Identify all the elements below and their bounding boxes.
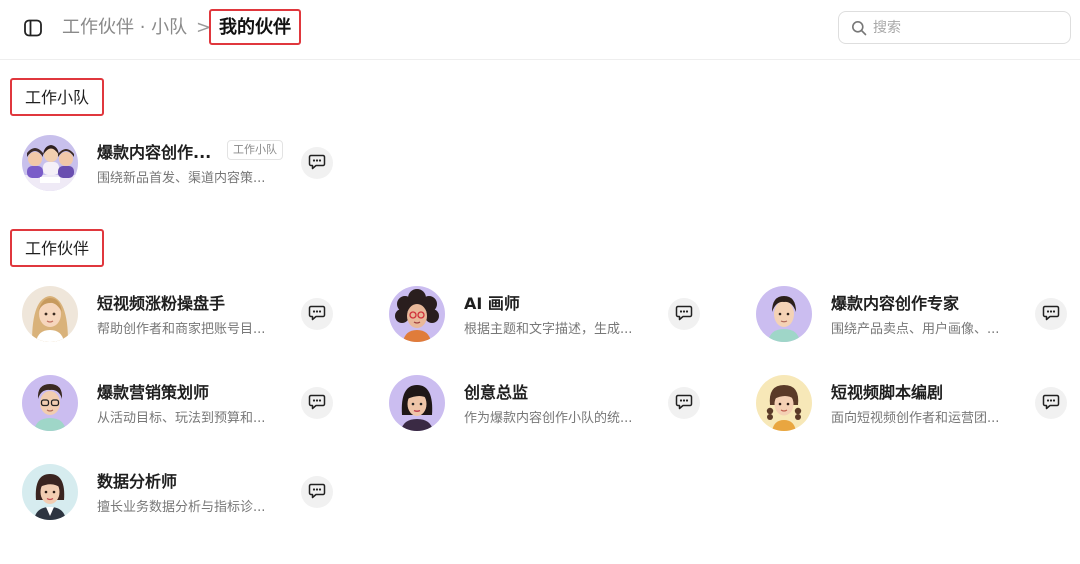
card-description: 围绕产品卖点、用户画像、... [831, 322, 1000, 337]
partner-card[interactable]: 创意总监 作为爆款内容创作小队的统... [389, 373, 709, 433]
chat-bubble-icon [308, 392, 326, 414]
team-avatar [22, 135, 78, 191]
partner-card[interactable]: 爆款内容创作专家 围绕产品卖点、用户画像、... [756, 284, 1076, 344]
card-name: 短视频脚本编剧 [831, 383, 944, 402]
young-man-avatar [756, 286, 812, 342]
card-name: 创意总监 [464, 383, 529, 402]
bob-hair-woman-avatar [389, 375, 445, 431]
breadcrumb-parent[interactable]: 工作伙伴 · 小队 [62, 14, 187, 42]
blonde-woman-avatar [22, 286, 78, 342]
chat-button[interactable] [301, 387, 333, 419]
chat-button[interactable] [668, 387, 700, 419]
card-name: AI 画师 [464, 294, 520, 313]
section-title-partners: 工作伙伴 [10, 229, 105, 267]
card-description: 作为爆款内容创作小队的统... [464, 411, 633, 426]
card-name: 爆款营销策划师 [97, 383, 210, 402]
partner-card[interactable]: 数据分析师 擅长业务数据分析与指标诊... [22, 462, 342, 522]
card-description: 根据主题和文字描述，生成... [464, 322, 633, 337]
chat-bubble-icon [675, 392, 693, 414]
breadcrumb-current: 我的伙伴 [209, 9, 301, 45]
chat-bubble-icon [675, 303, 693, 325]
chat-bubble-icon [1042, 303, 1060, 325]
section-title-team: 工作小队 [10, 78, 105, 116]
glasses-man-avatar [22, 375, 78, 431]
chat-bubble-icon [308, 152, 326, 174]
chat-button[interactable] [668, 298, 700, 330]
card-description: 帮助创作者和商家把账号目... [97, 322, 266, 337]
chat-bubble-icon [308, 303, 326, 325]
chat-button[interactable] [301, 298, 333, 330]
chat-bubble-icon [308, 481, 326, 503]
card-description: 从活动目标、玩法到预算和... [97, 411, 266, 426]
partner-card[interactable]: 短视频涨粉操盘手 帮助创作者和商家把账号目... [22, 284, 342, 344]
card-name: 短视频涨粉操盘手 [97, 294, 226, 313]
card-description: 擅长业务数据分析与指标诊... [97, 500, 266, 515]
suit-woman-avatar [22, 464, 78, 520]
chat-button[interactable] [301, 147, 333, 179]
sidebar-toggle-icon[interactable] [20, 15, 46, 41]
card-name: 数据分析师 [97, 472, 178, 491]
card-name: 爆款内容创作... [97, 143, 212, 162]
top-bar: 工作伙伴 · 小队 > 我的伙伴 [0, 0, 1080, 60]
team-tag-badge: 工作小队 [227, 140, 283, 160]
card-description: 围绕新品首发、渠道内容策... [97, 171, 266, 186]
chat-button[interactable] [1035, 298, 1067, 330]
card-description: 面向短视频创作者和运营团... [831, 411, 1000, 426]
search-input[interactable] [873, 13, 1063, 42]
team-card[interactable]: 爆款内容创作... 工作小队 围绕新品首发、渠道内容策... [22, 133, 342, 193]
search-box[interactable] [838, 11, 1071, 44]
curly-hair-woman-avatar [389, 286, 445, 342]
partner-card[interactable]: 爆款营销策划师 从活动目标、玩法到预算和... [22, 373, 342, 433]
chat-bubble-icon [1042, 392, 1060, 414]
chat-button[interactable] [1035, 387, 1067, 419]
braided-girl-avatar [756, 375, 812, 431]
partner-card[interactable]: AI 画师 根据主题和文字描述，生成... [389, 284, 709, 344]
chat-button[interactable] [301, 476, 333, 508]
card-name: 爆款内容创作专家 [831, 294, 960, 313]
search-icon [851, 20, 867, 36]
partner-card[interactable]: 短视频脚本编剧 面向短视频创作者和运营团... [756, 373, 1076, 433]
